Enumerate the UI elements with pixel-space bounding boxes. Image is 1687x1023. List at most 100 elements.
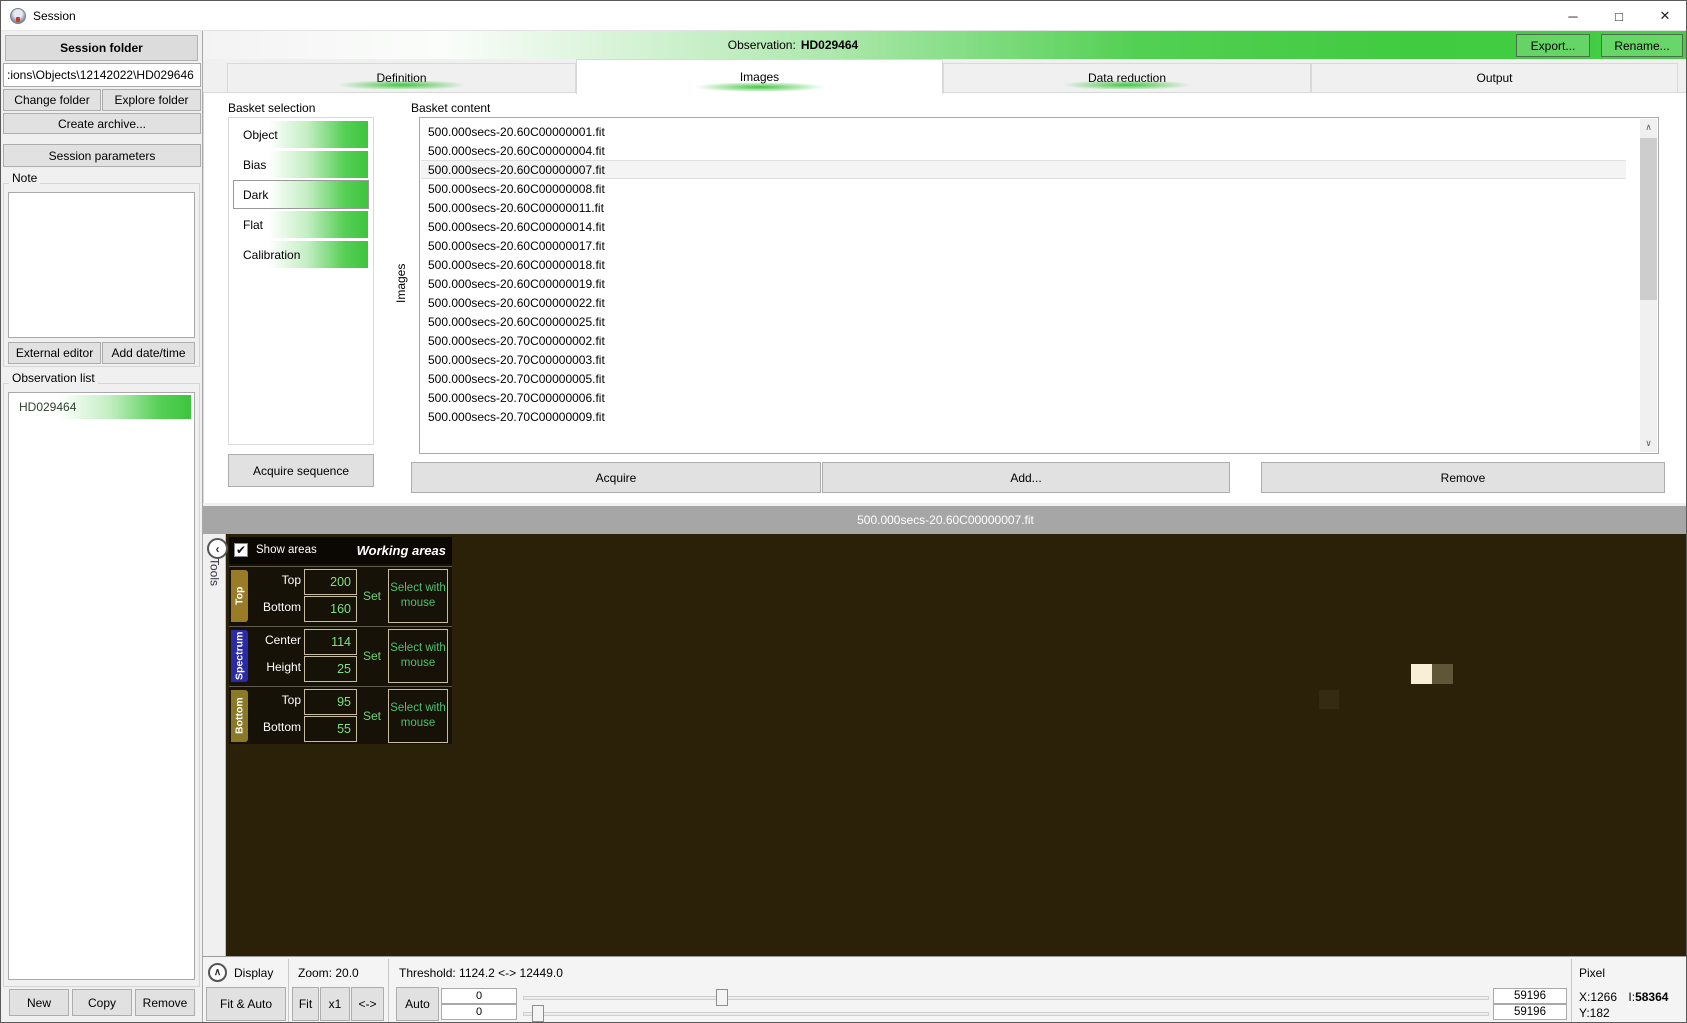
file-row[interactable]: 500.000secs-20.60C00000017.fit	[421, 236, 1626, 255]
file-row[interactable]: 500.000secs-20.70C00000006.fit	[421, 388, 1626, 407]
window-title: Session	[33, 9, 76, 23]
minimize-button[interactable]: ─	[1550, 1, 1596, 31]
explore-folder-button[interactable]: Explore folder	[102, 89, 201, 111]
working-area-spectrum-row: Spectrum Center 114 Height 25 Set Select…	[229, 626, 452, 684]
session-folder-path-input[interactable]: :ions\Objects\12142022\HD029646	[3, 63, 201, 87]
app-icon	[10, 8, 26, 24]
bottom-area-top-value[interactable]: 95	[304, 689, 357, 715]
bottom-area-tag: Bottom	[231, 690, 248, 742]
field-label: Center	[264, 633, 301, 647]
basket-item-object[interactable]: Object	[234, 121, 368, 148]
file-row[interactable]: 500.000secs-20.60C00000018.fit	[421, 255, 1626, 274]
level-value-lower[interactable]: 59196	[1493, 1004, 1567, 1020]
file-row[interactable]: 500.000secs-20.60C00000019.fit	[421, 274, 1626, 293]
scroll-up-icon[interactable]: ∧	[1640, 119, 1657, 136]
top-area-select-with-mouse-button[interactable]: Select with mouse	[388, 569, 448, 623]
copy-observation-button[interactable]: Copy	[72, 989, 132, 1016]
observation-name: HD029464	[800, 38, 859, 52]
top-area-bottom-value[interactable]: 160	[304, 596, 357, 622]
threshold-slider-upper-track[interactable]	[523, 996, 1489, 1000]
threshold-slider-lower-track[interactable]	[523, 1012, 1489, 1016]
file-row-selected[interactable]: 500.000secs-20.60C00000007.fit	[421, 160, 1626, 179]
titlebar: Session ─ □ ✕	[1, 1, 1686, 31]
field-label: Top	[281, 573, 301, 587]
scrollbar-thumb[interactable]	[1640, 138, 1657, 300]
external-editor-button[interactable]: External editor	[8, 342, 101, 364]
spectrum-height-value[interactable]: 25	[304, 656, 357, 682]
add-button[interactable]: Add...	[822, 462, 1230, 493]
show-areas-checkbox[interactable]: ✔	[234, 543, 248, 557]
remove-observation-button[interactable]: Remove	[135, 989, 195, 1016]
close-button[interactable]: ✕	[1642, 1, 1686, 31]
basket-item-bias[interactable]: Bias	[234, 151, 368, 178]
tab-output[interactable]: Output	[1311, 63, 1678, 93]
separator	[388, 959, 389, 1022]
file-row[interactable]: 500.000secs-20.60C00000008.fit	[421, 179, 1626, 198]
bottom-area-set-button[interactable]: Set	[359, 687, 385, 745]
file-row[interactable]: 500.000secs-20.60C00000011.fit	[421, 198, 1626, 217]
basket-selection-label: Basket selection	[228, 101, 316, 115]
file-list-scrollbar[interactable]: ∧ ∨	[1640, 119, 1657, 452]
file-row[interactable]: 500.000secs-20.60C00000025.fit	[421, 312, 1626, 331]
spectrum-set-button[interactable]: Set	[359, 627, 385, 685]
basket-item-calibration[interactable]: Calibration	[234, 241, 368, 268]
auto-threshold-button[interactable]: Auto	[396, 987, 439, 1021]
file-row[interactable]: 500.000secs-20.60C00000001.fit	[421, 122, 1626, 141]
session-parameters-button[interactable]: Session parameters	[3, 144, 201, 167]
file-row[interactable]: 500.000secs-20.70C00000002.fit	[421, 331, 1626, 350]
threshold-spin-lower[interactable]: 0	[441, 1004, 517, 1020]
new-observation-button[interactable]: New	[9, 989, 69, 1016]
file-row[interactable]: 500.000secs-20.70C00000009.fit	[421, 407, 1626, 426]
display-collapse-button[interactable]: ∧	[208, 963, 227, 982]
x1-button[interactable]: x1	[320, 987, 350, 1021]
threshold-spin-upper[interactable]: 0	[441, 988, 517, 1004]
spectrum-center-value[interactable]: 114	[304, 629, 357, 655]
spectrum-select-with-mouse-button[interactable]: Select with mouse	[388, 629, 448, 683]
acquire-sequence-button[interactable]: Acquire sequence	[228, 454, 374, 487]
pixel-y-value: Y:182	[1579, 1006, 1610, 1020]
tab-images[interactable]: Images	[576, 59, 943, 94]
add-datetime-button[interactable]: Add date/time	[102, 342, 195, 364]
file-row[interactable]: 500.000secs-20.70C00000003.fit	[421, 350, 1626, 369]
image-canvas[interactable]: ✔ Show areas Working areas Top Top 200 B…	[226, 534, 1686, 956]
observation-header-bar: Observation: HD029464 Export... Rename..…	[203, 31, 1686, 59]
bottom-area-select-with-mouse-button[interactable]: Select with mouse	[388, 689, 448, 743]
acquire-button[interactable]: Acquire	[411, 462, 821, 493]
separator	[288, 959, 289, 1022]
remove-button[interactable]: Remove	[1261, 462, 1665, 493]
observation-listbox[interactable]: HD029464	[8, 392, 195, 980]
top-area-top-value[interactable]: 200	[304, 569, 357, 595]
sidebar: Session folder :ions\Objects\12142022\HD…	[1, 31, 203, 1022]
threshold-slider-upper-thumb[interactable]	[716, 989, 728, 1006]
basket-item-dark[interactable]: Dark	[233, 180, 369, 209]
working-areas-header: ✔ Show areas Working areas	[229, 537, 452, 564]
scroll-down-icon[interactable]: ∨	[1640, 435, 1657, 452]
file-row[interactable]: 500.000secs-20.60C00000014.fit	[421, 217, 1626, 236]
bottom-area-bottom-value[interactable]: 55	[304, 716, 357, 742]
top-area-set-button[interactable]: Set	[359, 567, 385, 625]
file-row[interactable]: 500.000secs-20.60C00000022.fit	[421, 293, 1626, 312]
export-button[interactable]: Export...	[1516, 34, 1590, 57]
fit-button[interactable]: Fit	[292, 987, 319, 1021]
pixel-label: Pixel	[1579, 966, 1606, 980]
observation-item[interactable]: HD029464	[11, 395, 191, 419]
maximize-button[interactable]: □	[1596, 1, 1642, 31]
note-textarea[interactable]	[8, 192, 195, 338]
tab-data-reduction[interactable]: Data reduction	[943, 63, 1311, 93]
stretch-button[interactable]: <->	[351, 987, 384, 1021]
zoom-label: Zoom: 20.0	[298, 966, 359, 980]
basket-content-list[interactable]: 500.000secs-20.60C00000001.fit 500.000se…	[419, 117, 1659, 454]
level-value-upper[interactable]: 59196	[1493, 988, 1567, 1004]
fit-and-auto-button[interactable]: Fit & Auto	[206, 987, 286, 1021]
basket-item-flat[interactable]: Flat	[234, 211, 368, 238]
rename-button[interactable]: Rename...	[1601, 34, 1683, 57]
change-folder-button[interactable]: Change folder	[3, 89, 101, 111]
file-row[interactable]: 500.000secs-20.60C00000004.fit	[421, 141, 1626, 160]
tools-collapse-button[interactable]: ‹	[207, 538, 228, 559]
threshold-slider-lower-thumb[interactable]	[532, 1005, 544, 1022]
tools-strip[interactable]: Tools	[203, 534, 226, 956]
tab-green-indicator	[311, 81, 492, 89]
create-archive-button[interactable]: Create archive...	[3, 113, 201, 134]
file-row[interactable]: 500.000secs-20.70C00000005.fit	[421, 369, 1626, 388]
tab-definition[interactable]: Definition	[227, 63, 576, 93]
